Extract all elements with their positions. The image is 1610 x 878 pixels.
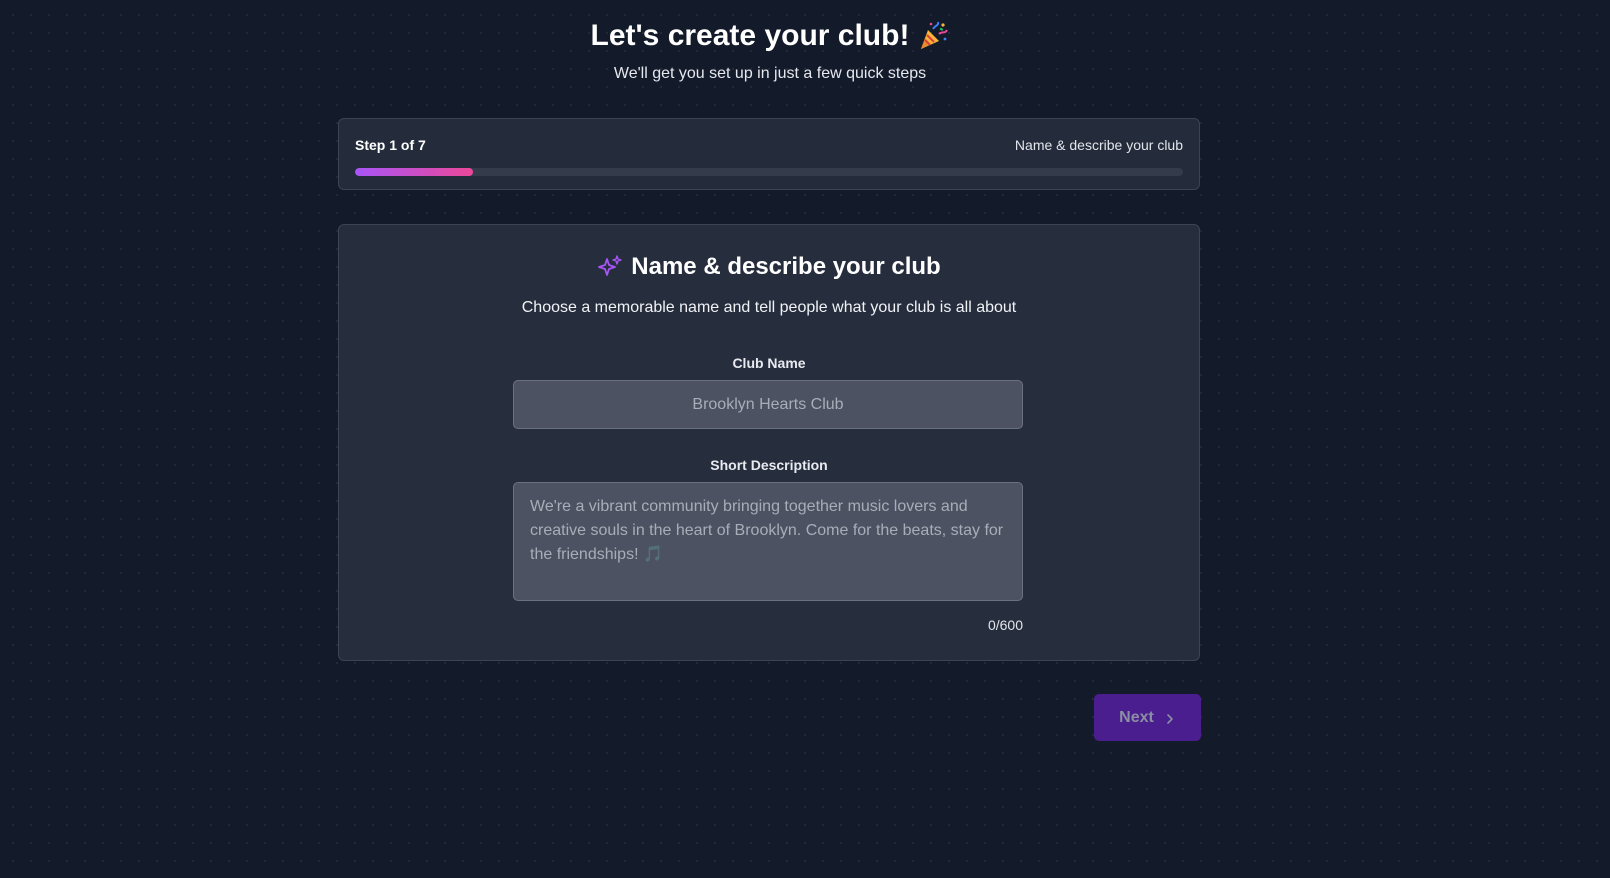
short-description-textarea[interactable] <box>513 482 1023 601</box>
club-name-label: Club Name <box>732 355 806 371</box>
next-button-label: Next <box>1119 708 1154 726</box>
step-title-text: Name & describe your club <box>631 253 941 280</box>
page-title-text: Let's create your club! <box>590 19 910 52</box>
party-popper-icon <box>917 20 949 52</box>
progress-bar <box>355 168 1183 176</box>
next-button[interactable]: Next <box>1094 694 1201 741</box>
create-club-page: Let's create your club! We'll get you se… <box>0 0 1610 878</box>
step-counter: Step 1 of 7 <box>355 137 426 153</box>
page-subtitle: We'll get you set up in just a few quick… <box>613 65 927 82</box>
step-form-card: Name & describe your club Choose a memor… <box>338 224 1200 661</box>
step-title: Name & describe your club <box>339 251 1199 283</box>
step-progress-card: Step 1 of 7 Name & describe your club <box>338 118 1200 190</box>
short-description-label: Short Description <box>710 457 828 473</box>
character-count: 0/600 <box>987 617 1023 633</box>
progress-bar-fill <box>355 168 474 176</box>
sparkle-icon <box>597 254 623 280</box>
page-header: Let's create your club! We'll get you se… <box>0 16 1540 84</box>
page-title: Let's create your club! <box>591 16 950 56</box>
step-description: Choose a memorable name and tell people … <box>521 299 1017 316</box>
chevron-right-icon <box>1164 712 1176 724</box>
current-step-name: Name & describe your club <box>1014 137 1183 153</box>
club-name-input[interactable] <box>513 380 1023 429</box>
